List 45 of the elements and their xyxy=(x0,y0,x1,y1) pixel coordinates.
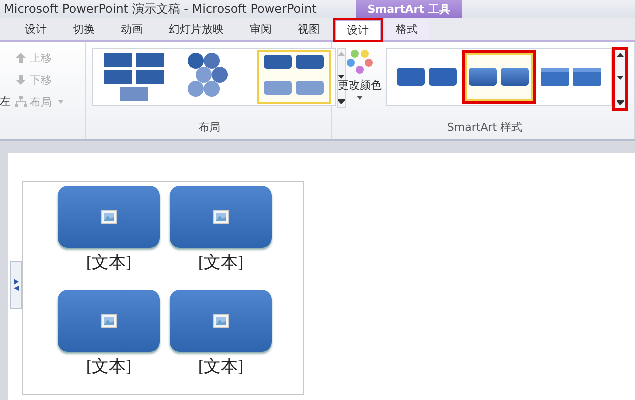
picture-shape[interactable] xyxy=(170,186,272,248)
ribbon-tab[interactable]: 切换 xyxy=(62,20,106,40)
gallery-item[interactable] xyxy=(465,53,533,101)
shape-text: [文本] xyxy=(198,252,244,274)
hierarchy-icon xyxy=(15,96,27,108)
scroll-down-icon xyxy=(338,75,345,79)
picture-shape[interactable] xyxy=(58,186,160,248)
command-label: 左 xyxy=(0,94,11,110)
image-placeholder-icon xyxy=(101,210,117,224)
gallery-item[interactable] xyxy=(257,50,331,104)
image-placeholder-icon xyxy=(101,314,117,328)
window-title: Microsoft PowerPoint 演示文稿 - Microsoft PowerPoint xyxy=(4,0,317,18)
more-icon xyxy=(616,99,624,105)
ribbon-tab[interactable]: 设计 xyxy=(335,20,381,40)
change-colors-button[interactable]: 更改颜色 xyxy=(340,48,380,100)
shape-text: [文本] xyxy=(198,356,244,378)
ribbon-tab[interactable]: 格式 xyxy=(385,20,429,40)
context-tab-label: SmartArt 工具 xyxy=(356,0,462,18)
color-palette-icon xyxy=(345,48,375,76)
ribbon-tab[interactable]: 幻灯片放映 xyxy=(158,20,235,40)
dropdown-caret-icon xyxy=(58,100,64,104)
picture-shape[interactable] xyxy=(58,290,160,352)
ribbon-tab[interactable]: 视图 xyxy=(287,20,331,40)
scroll-down-icon xyxy=(616,76,624,80)
shape-text: [文本] xyxy=(86,252,132,274)
group-label: SmartArt 样式 xyxy=(446,120,524,135)
ribbon-tab[interactable]: 动画 xyxy=(110,20,154,40)
image-placeholder-icon xyxy=(213,210,229,224)
group-label: 布局 xyxy=(198,120,222,135)
scroll-up-icon xyxy=(616,53,624,57)
expand-arrows-icon xyxy=(14,279,18,291)
up-arrow-icon xyxy=(15,52,27,64)
ribbon-tab[interactable]: 审阅 xyxy=(239,20,283,40)
ribbon-tab[interactable]: 设计 xyxy=(14,20,58,40)
block-layout-thumbnail xyxy=(102,51,166,103)
more-icon xyxy=(338,98,345,104)
text-pane-toggle[interactable] xyxy=(10,261,22,309)
picture-shape[interactable] xyxy=(170,290,272,352)
smartart-frame[interactable]: [文本] [文本] [文本] [文本] xyxy=(22,181,304,395)
dropdown-caret-icon xyxy=(357,96,363,100)
scroll-up-icon xyxy=(338,52,345,56)
shape-text: [文本] xyxy=(86,356,132,378)
image-placeholder-icon xyxy=(213,314,229,328)
gallery-scroll-buttons[interactable] xyxy=(613,48,627,110)
down-arrow-icon xyxy=(15,74,27,86)
